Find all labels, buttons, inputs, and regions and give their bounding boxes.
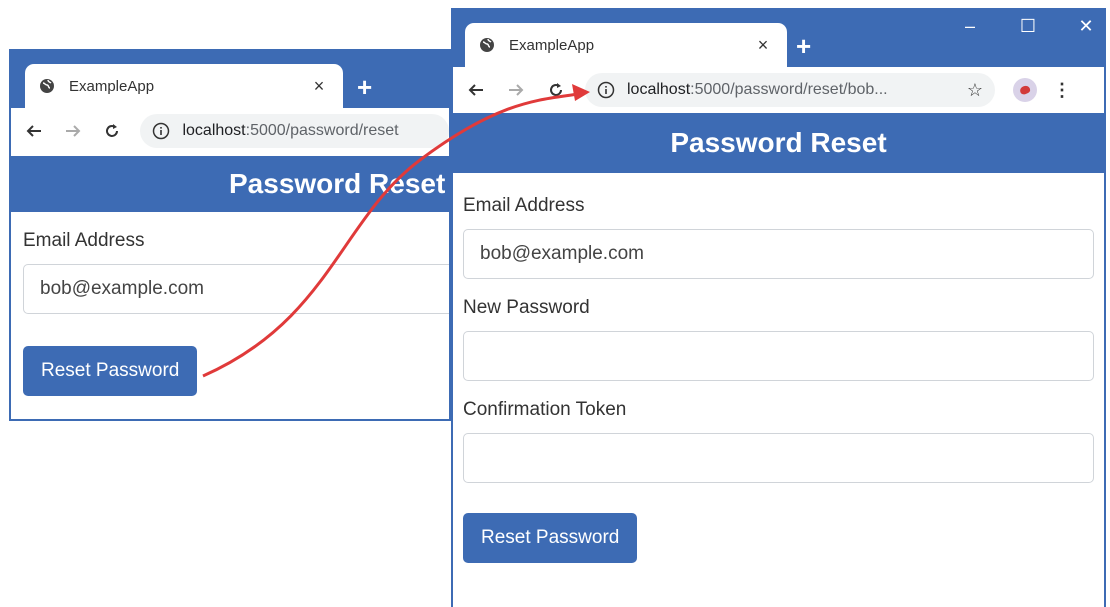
email-field-group: Email Address bob@example.com bbox=[23, 230, 449, 314]
browser-toolbar: localhost:5000/password/reset/bob... ☆ ⋮ bbox=[453, 67, 1104, 113]
forward-icon[interactable] bbox=[505, 79, 527, 101]
confirmation-token-label: Confirmation Token bbox=[463, 399, 627, 420]
reload-icon[interactable] bbox=[101, 120, 122, 142]
password-field-group: New Password bbox=[463, 297, 1094, 381]
window-controls: – ☐ ✕ bbox=[960, 16, 1096, 37]
address-bar[interactable]: localhost:5000/password/reset bbox=[140, 114, 449, 148]
url-host: localhost bbox=[627, 81, 691, 98]
globe-icon bbox=[40, 79, 54, 93]
email-input[interactable]: bob@example.com bbox=[23, 264, 449, 314]
reset-form: Email Address bob@example.com New Passwo… bbox=[453, 173, 1104, 563]
email-label: Email Address bbox=[463, 195, 585, 216]
maximize-icon[interactable]: ☐ bbox=[1018, 16, 1038, 37]
url-path: :5000/password/reset/bob... bbox=[690, 81, 888, 98]
reset-password-button[interactable]: Reset Password bbox=[23, 346, 198, 396]
close-tab-icon[interactable]: × bbox=[753, 35, 773, 56]
minimize-icon[interactable]: – bbox=[960, 16, 980, 37]
email-label: Email Address bbox=[23, 230, 145, 251]
tab-title: ExampleApp bbox=[69, 77, 155, 95]
confirmation-token-input[interactable] bbox=[463, 433, 1094, 483]
info-icon[interactable] bbox=[152, 122, 170, 140]
globe-icon bbox=[480, 38, 494, 52]
browser-window-initial: ExampleApp × + localhost:5000/password/r… bbox=[9, 49, 451, 421]
extension-icon[interactable] bbox=[1013, 78, 1037, 102]
browser-tab[interactable]: ExampleApp × bbox=[465, 23, 787, 67]
close-window-icon[interactable]: ✕ bbox=[1076, 16, 1096, 37]
forward-icon[interactable] bbox=[62, 120, 83, 142]
browser-tab[interactable]: ExampleApp × bbox=[25, 64, 343, 108]
reload-icon[interactable] bbox=[545, 79, 567, 101]
new-password-label: New Password bbox=[463, 297, 590, 318]
new-password-input[interactable] bbox=[463, 331, 1094, 381]
browser-toolbar: localhost:5000/password/reset bbox=[11, 108, 449, 154]
tab-strip: ExampleApp × + bbox=[11, 51, 449, 108]
email-field-group: Email Address bob@example.com bbox=[463, 195, 1094, 279]
url-host: localhost bbox=[182, 122, 246, 139]
reset-password-button[interactable]: Reset Password bbox=[463, 513, 638, 563]
token-field-group: Confirmation Token bbox=[463, 399, 1094, 483]
url-path: :5000/password/reset bbox=[245, 122, 399, 139]
page-header: Password Reset bbox=[453, 113, 1104, 173]
back-icon[interactable] bbox=[465, 79, 487, 101]
back-icon[interactable] bbox=[23, 120, 44, 142]
address-bar[interactable]: localhost:5000/password/reset/bob... ☆ bbox=[585, 73, 995, 107]
info-icon[interactable] bbox=[597, 81, 615, 99]
new-tab-button[interactable]: + bbox=[357, 74, 372, 100]
tab-strip: ExampleApp × + – ☐ ✕ bbox=[453, 10, 1104, 67]
menu-icon[interactable]: ⋮ bbox=[1053, 80, 1071, 101]
email-input[interactable]: bob@example.com bbox=[463, 229, 1094, 279]
browser-window-reset: ExampleApp × + – ☐ ✕ localhost:5000/pass… bbox=[451, 8, 1106, 607]
reset-form: Email Address bob@example.com Reset Pass… bbox=[11, 212, 449, 396]
new-tab-button[interactable]: + bbox=[796, 33, 811, 59]
close-tab-icon[interactable]: × bbox=[309, 76, 329, 97]
page-header: Password Reset bbox=[11, 156, 449, 212]
tab-title: ExampleApp bbox=[509, 36, 595, 54]
bookmark-star-icon[interactable]: ☆ bbox=[967, 80, 983, 101]
